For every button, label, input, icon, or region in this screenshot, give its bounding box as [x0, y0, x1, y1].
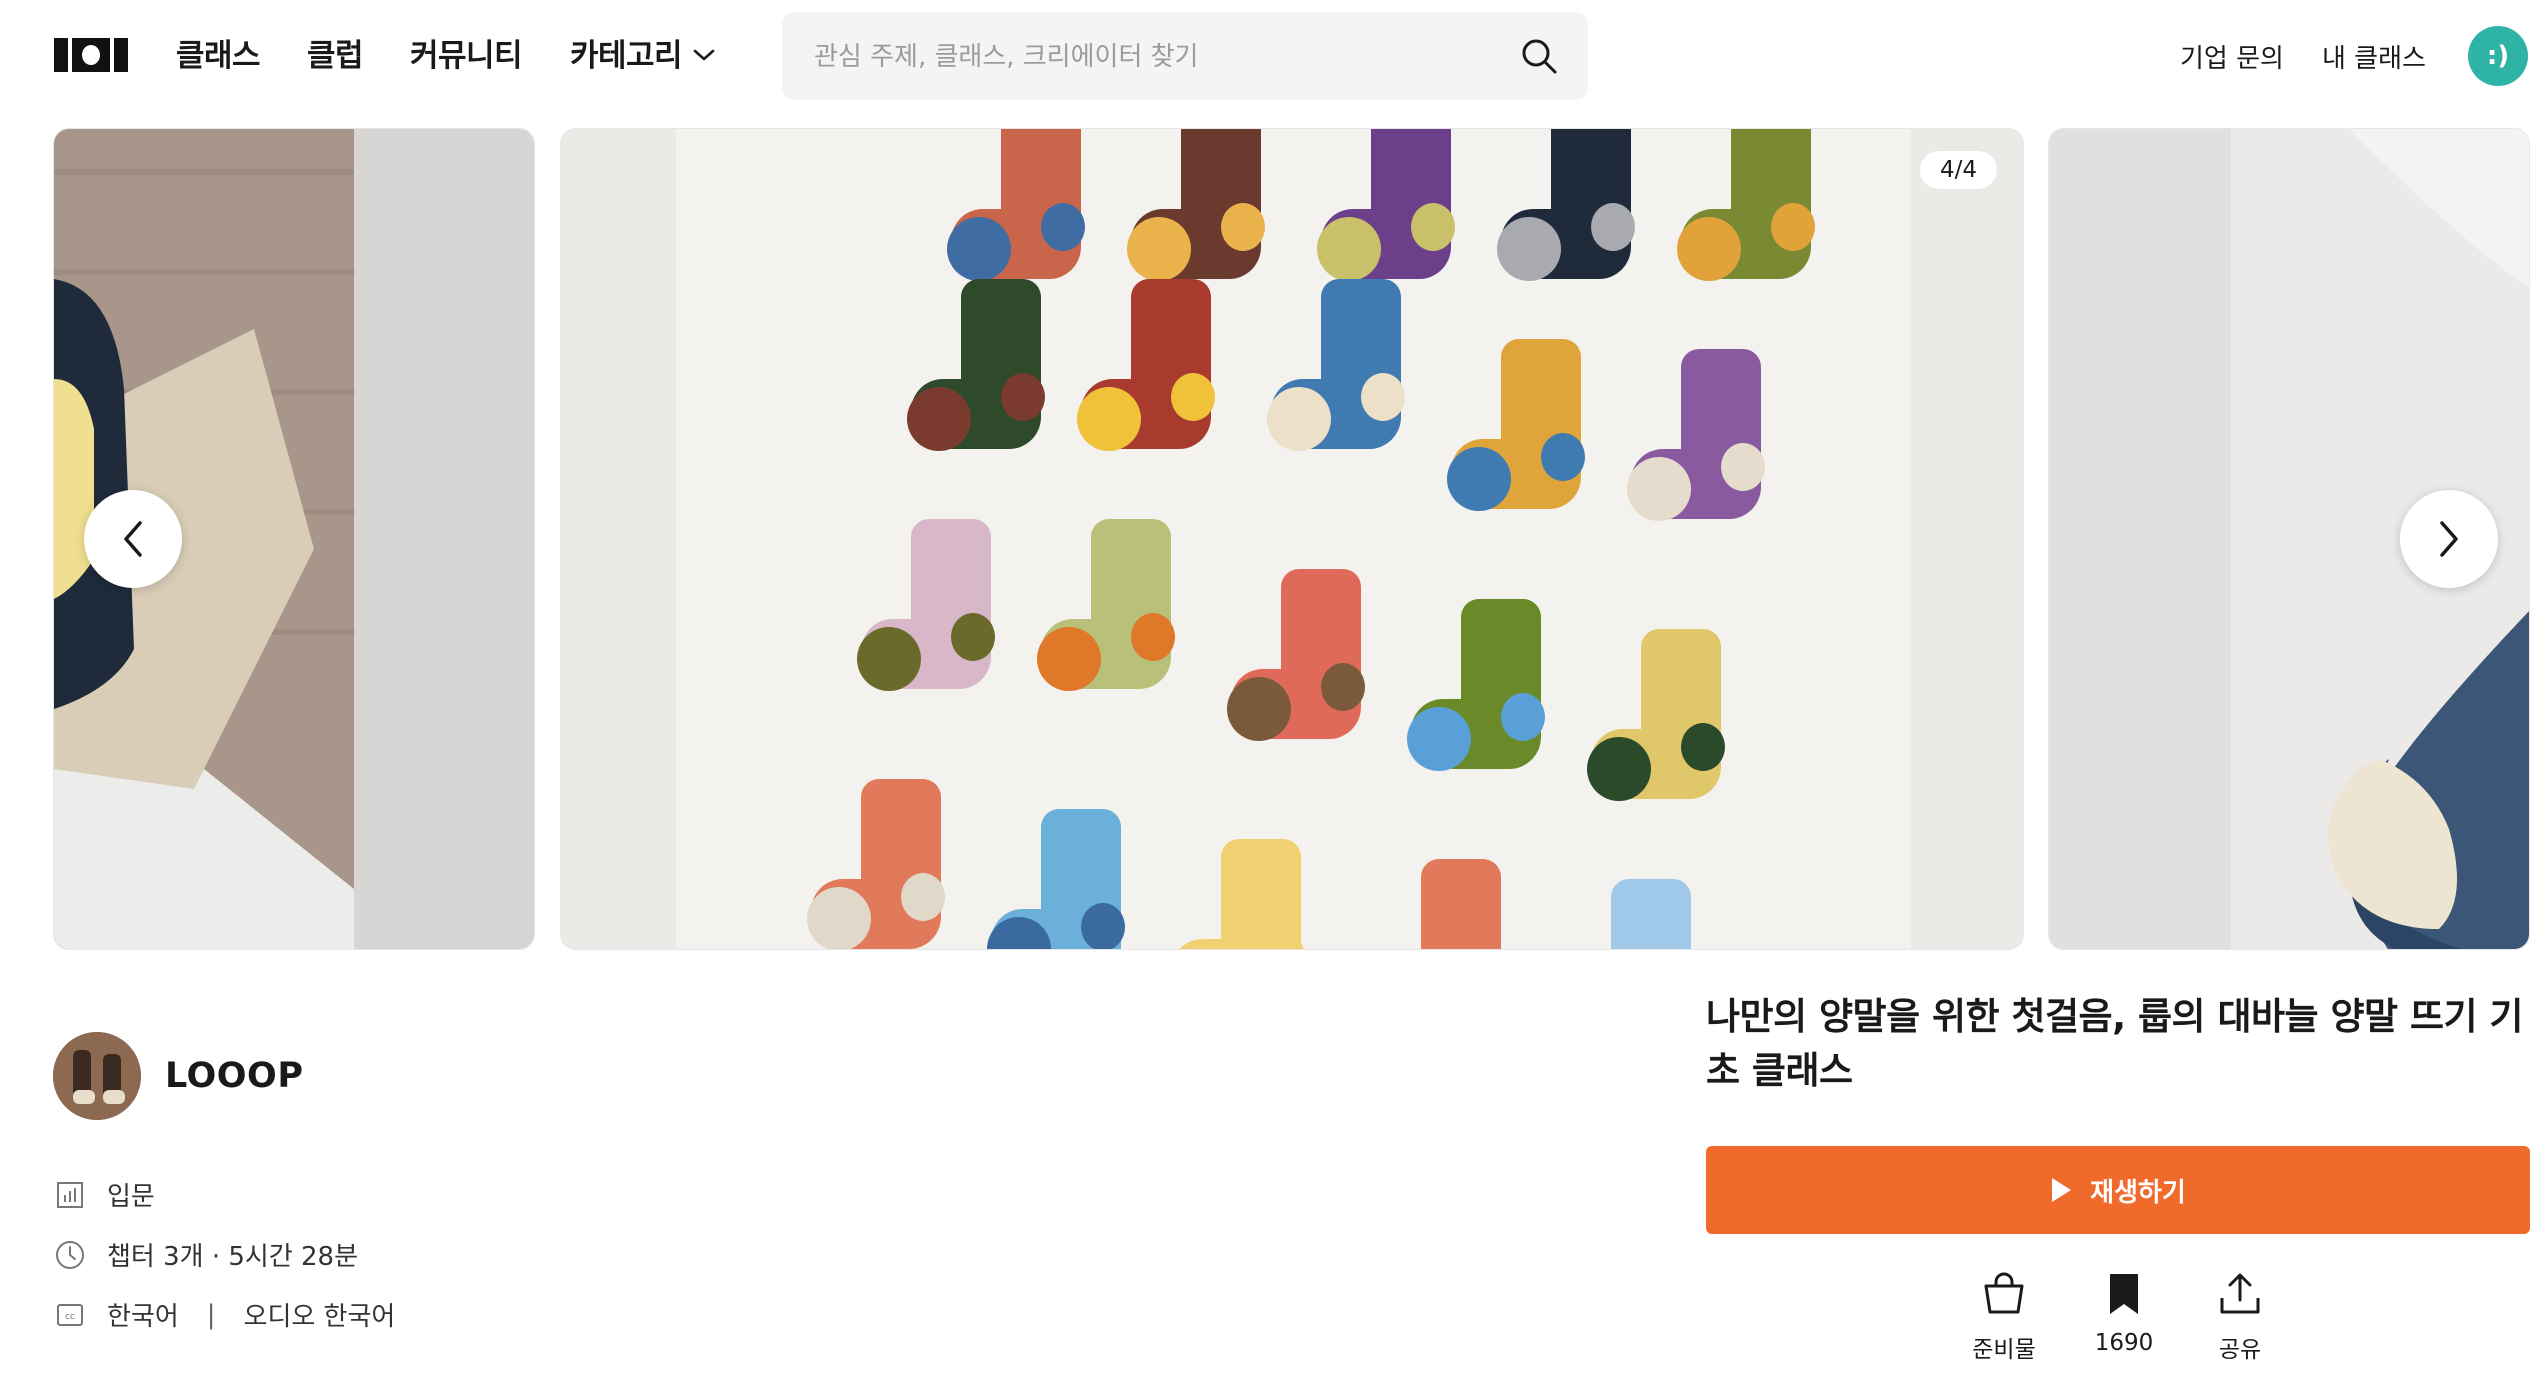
carousel-next-button[interactable]	[2400, 490, 2498, 588]
slide-counter-badge: 4/4	[1919, 151, 1997, 189]
creator-info[interactable]: LOOOP	[53, 1032, 303, 1120]
nav-category-dropdown[interactable]: 카테고리	[570, 30, 716, 75]
carousel-slide-current[interactable]: 4/4	[560, 128, 2024, 950]
meta-level-row: 입문	[53, 1176, 155, 1213]
play-icon	[2052, 1178, 2072, 1202]
profile-avatar[interactable]: :)	[2468, 26, 2528, 86]
bookmark-icon	[2110, 1274, 2138, 1314]
play-button-label: 재생하기	[2090, 1176, 2186, 1207]
supplies-button[interactable]: 준비물	[1944, 1270, 2064, 1364]
chevron-down-icon	[693, 49, 715, 60]
cc-icon: cc	[53, 1298, 87, 1332]
business-inquiry-link[interactable]: 기업 문의	[2180, 38, 2284, 75]
search-input[interactable]	[812, 12, 1496, 102]
nav-community[interactable]: 커뮤니티	[410, 30, 523, 75]
my-class-link[interactable]: 내 클래스	[2322, 38, 2426, 75]
share-button[interactable]: 공유	[2180, 1270, 2300, 1364]
nav-classes[interactable]: 클래스	[176, 30, 261, 75]
logo-icon[interactable]	[54, 36, 128, 74]
share-icon	[2220, 1273, 2260, 1314]
meta-duration-text: 챕터 3개 · 5시간 28분	[107, 1242, 359, 1272]
play-button[interactable]: 재생하기	[1706, 1146, 2530, 1234]
shopping-bag-icon	[1984, 1272, 2024, 1314]
chevron-right-icon	[2440, 521, 2458, 557]
top-header: 클래스 클럽 커뮤니티 카테고리 기업 문의 내 클래스 :)	[0, 0, 2546, 112]
bookmark-button[interactable]: 1690	[2064, 1270, 2184, 1356]
meta-language-text: 한국어	[107, 1302, 179, 1332]
class-title: 나만의 양말을 위한 첫걸음, 룹의 대바늘 양말 뜨기 기초 클래스	[1706, 995, 2523, 1092]
carousel-prev-button[interactable]	[84, 490, 182, 588]
meta-audio-text: 오디오 한국어	[243, 1302, 396, 1332]
knitted-socks-image	[561, 129, 2023, 949]
meta-duration-row: 챕터 3개 · 5시간 28분	[53, 1236, 358, 1273]
image-carousel: 4/4	[0, 128, 2546, 950]
share-label: 공유	[2218, 1337, 2262, 1363]
meta-level-text: 입문	[107, 1182, 155, 1212]
nav-club[interactable]: 클럽	[307, 30, 364, 75]
svg-text:cc: cc	[65, 1312, 75, 1322]
creator-name[interactable]: LOOOP	[165, 1056, 303, 1096]
meta-separator: |	[206, 1299, 216, 1330]
creator-avatar[interactable]	[53, 1032, 141, 1120]
search-box	[782, 12, 1588, 102]
bookmark-count: 1690	[2094, 1330, 2154, 1356]
supplies-label: 준비물	[1972, 1337, 2036, 1363]
nav-category-label: 카테고리	[570, 38, 683, 74]
clock-icon	[53, 1238, 87, 1272]
search-icon[interactable]	[1520, 37, 1558, 75]
level-chart-icon	[53, 1178, 87, 1212]
chevron-left-icon	[124, 521, 142, 557]
meta-language-row: cc 한국어 | 오디오 한국어	[53, 1296, 395, 1333]
